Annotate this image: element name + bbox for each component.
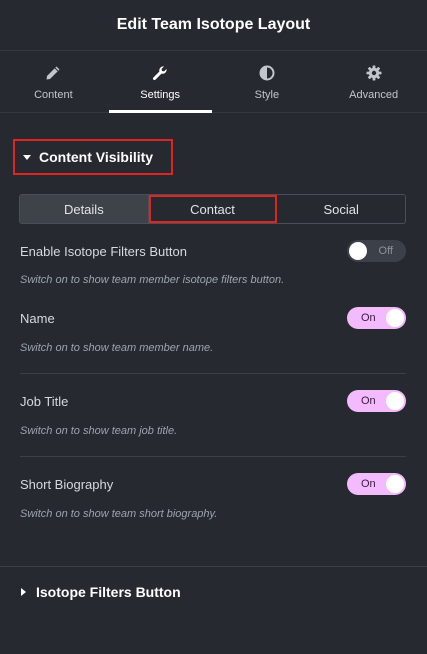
toggle-state: Off xyxy=(378,245,393,257)
control-description: Switch on to show team member name. xyxy=(20,342,214,354)
caret-right-icon xyxy=(21,588,26,596)
control-isotope-filters: Enable Isotope Filters Button Off Switch… xyxy=(20,240,406,290)
job-title-toggle[interactable]: On xyxy=(347,390,406,412)
tab-advanced-label: Advanced xyxy=(349,89,399,101)
divider xyxy=(20,373,406,374)
control-label: Short Biography xyxy=(20,477,114,492)
section-divider xyxy=(0,566,427,567)
toggle-knob xyxy=(349,242,367,260)
control-name: Name On Switch on to show team member na… xyxy=(20,307,406,357)
tab-content-label: Content xyxy=(34,89,73,101)
name-toggle[interactable]: On xyxy=(347,307,406,329)
control-description: Switch on to show team job title. xyxy=(20,425,178,437)
wrench-icon xyxy=(153,66,167,81)
tab-style-label: Style xyxy=(254,89,280,101)
tab-settings[interactable]: Settings xyxy=(107,51,214,113)
section-title: Content Visibility xyxy=(39,149,154,165)
segment-social[interactable]: Social xyxy=(277,195,405,223)
content-visibility-section-toggle[interactable]: Content Visibility xyxy=(13,139,173,175)
tab-content[interactable]: Content xyxy=(0,51,107,112)
half-circle-icon xyxy=(259,65,275,81)
isotope-filters-section-toggle[interactable]: Isotope Filters Button xyxy=(21,584,181,600)
collapsed-section-title: Isotope Filters Button xyxy=(36,584,181,600)
control-label: Name xyxy=(20,311,55,326)
tab-advanced[interactable]: Advanced xyxy=(320,51,427,112)
tab-style[interactable]: Style xyxy=(214,51,321,112)
visibility-segmented-control: Details Contact Social xyxy=(19,194,406,224)
isotope-filters-toggle[interactable]: Off xyxy=(347,240,406,262)
caret-down-icon xyxy=(23,154,31,160)
divider xyxy=(20,456,406,457)
panel-tabs: Content Settings Style Advanced xyxy=(0,50,427,113)
panel-header: Edit Team Isotope Layout xyxy=(0,0,427,50)
segment-details[interactable]: Details xyxy=(20,195,149,223)
tab-settings-label: Settings xyxy=(140,89,180,101)
control-job-title: Job Title On Switch on to show team job … xyxy=(20,390,406,440)
gear-icon xyxy=(366,65,382,81)
toggle-state: On xyxy=(361,395,376,407)
toggle-knob xyxy=(386,475,404,493)
pencil-icon xyxy=(46,66,60,80)
segment-contact[interactable]: Contact xyxy=(148,195,278,223)
toggle-state: On xyxy=(361,478,376,490)
short-biography-toggle[interactable]: On xyxy=(347,473,406,495)
panel-title: Edit Team Isotope Layout xyxy=(116,16,311,33)
toggle-knob xyxy=(386,309,404,327)
control-short-biography: Short Biography On Switch on to show tea… xyxy=(20,473,406,523)
control-description: Switch on to show team short biography. xyxy=(20,508,218,520)
control-description: Switch on to show team member isotope fi… xyxy=(20,274,285,286)
toggle-state: On xyxy=(361,312,376,324)
toggle-knob xyxy=(386,392,404,410)
control-label: Job Title xyxy=(20,394,69,409)
control-label: Enable Isotope Filters Button xyxy=(20,244,187,259)
